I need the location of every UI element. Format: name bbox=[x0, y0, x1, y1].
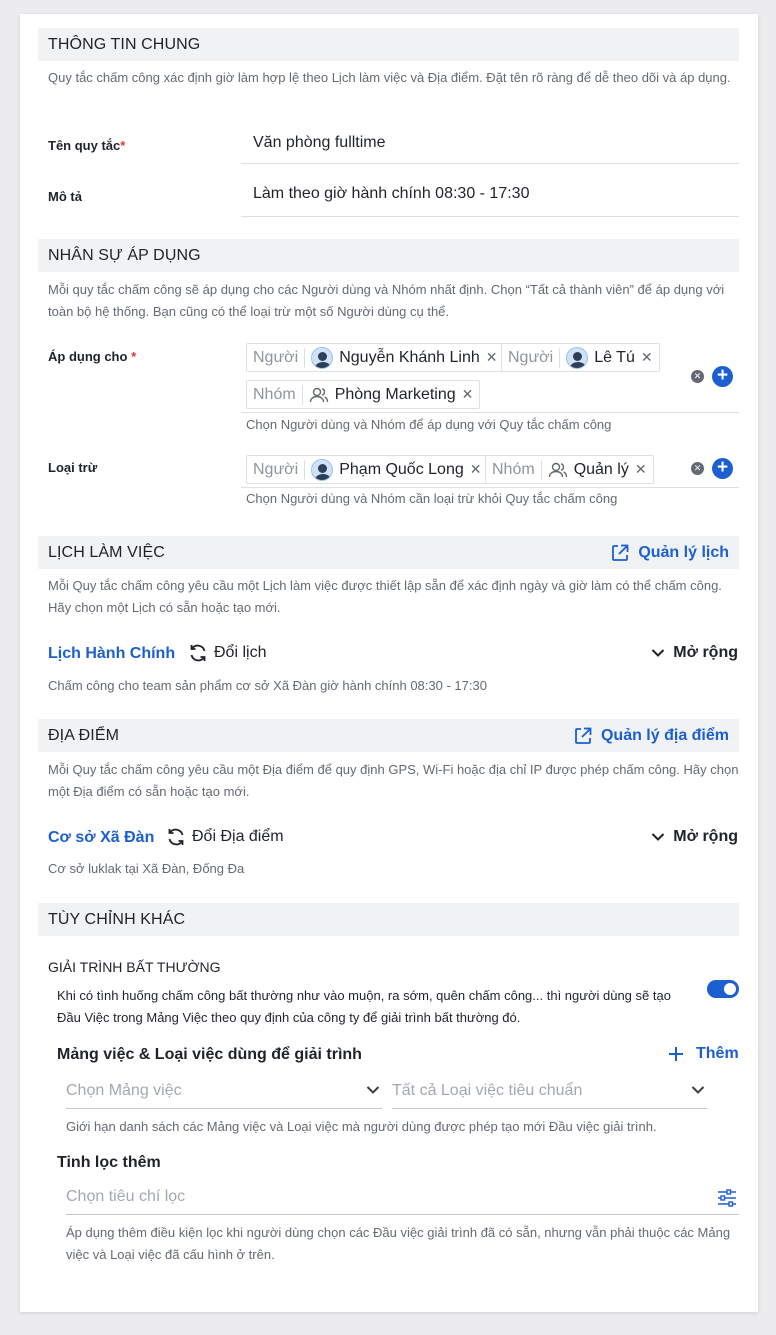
manage-schedule-link[interactable]: Quản lý lịch bbox=[610, 542, 729, 564]
schedule-note: Chấm công cho team sản phẩm cơ sở Xã Đàn… bbox=[48, 678, 487, 693]
rule-name-label: Tên quy tắc* bbox=[48, 138, 126, 153]
work-type-select[interactable]: Tất cả Loại việc tiêu chuẩn bbox=[392, 1075, 707, 1109]
manage-location-label: Quản lý địa điểm bbox=[600, 727, 729, 744]
avatar bbox=[311, 346, 334, 369]
section-title-staff: NHÂN SỰ ÁP DỤNG bbox=[48, 247, 201, 264]
apply-chip: Người Nguyễn Khánh Linh ✕ bbox=[246, 343, 505, 372]
rule-name-field[interactable]: Văn phòng fulltime bbox=[241, 124, 739, 164]
exclude-chip: Nhóm Quản lý ✕ bbox=[485, 455, 654, 484]
selected-schedule-link[interactable]: Lịch Hành Chính bbox=[48, 645, 175, 663]
section-header-schedule: LỊCH LÀM VIỆC Quản lý lịch bbox=[38, 536, 739, 569]
remove-chip-icon[interactable]: ✕ bbox=[462, 386, 474, 403]
section-title-general: THÔNG TIN CHUNG bbox=[48, 36, 201, 53]
remove-chip-icon[interactable]: ✕ bbox=[486, 349, 498, 366]
chip-kind: Nhóm bbox=[253, 385, 296, 403]
change-schedule-button[interactable]: Đổi lịch bbox=[188, 643, 266, 663]
anomaly-title: GIẢI TRÌNH BẤT THƯỜNG bbox=[48, 959, 221, 975]
work-area-select[interactable]: Chọn Mảng việc bbox=[66, 1075, 382, 1109]
staff-description: Mỗi quy tắc chấm công sẽ áp dụng cho các… bbox=[48, 282, 725, 319]
chip-kind: Người bbox=[253, 460, 299, 478]
expand-label: Mở rộng bbox=[673, 644, 738, 661]
chip-kind: Người bbox=[508, 348, 554, 366]
external-link-icon bbox=[612, 544, 629, 561]
clear-all-icon[interactable]: ✕ bbox=[691, 462, 704, 475]
chip-name: Nguyễn Khánh Linh bbox=[339, 348, 480, 366]
clear-all-icon[interactable]: ✕ bbox=[691, 370, 704, 383]
location-note: Cơ sở luklak tại Xã Đàn, Đống Đa bbox=[48, 861, 245, 876]
chip-divider bbox=[304, 459, 306, 480]
exclude-hint: Chọn Người dùng và Nhóm cần loại trừ khỏ… bbox=[246, 491, 618, 506]
remove-chip-icon[interactable]: ✕ bbox=[641, 349, 653, 366]
change-schedule-label: Đổi lịch bbox=[214, 644, 267, 661]
section-header-staff: NHÂN SỰ ÁP DỤNG bbox=[38, 239, 739, 272]
selected-location-link[interactable]: Cơ sở Xã Đàn bbox=[48, 829, 154, 847]
work-area-title: Mảng việc & Loại việc dùng để giải trình bbox=[57, 1046, 362, 1063]
change-location-button[interactable]: Đổi Địa điểm bbox=[166, 827, 284, 847]
add-exclude-button[interactable]: + bbox=[712, 458, 733, 479]
avatar bbox=[311, 458, 334, 481]
section-title-location: ĐỊA ĐIỂM bbox=[48, 727, 120, 744]
change-location-label: Đổi Địa điểm bbox=[192, 828, 284, 845]
manage-schedule-label: Quản lý lịch bbox=[638, 544, 729, 561]
filter-description: Áp dụng thêm điều kiện lọc khi người dùn… bbox=[66, 1225, 731, 1262]
work-area-hint: Giới hạn danh sách các Mảng việc và Loại… bbox=[66, 1119, 657, 1134]
work-type-placeholder: Tất cả Loại việc tiêu chuẩn bbox=[392, 1082, 583, 1099]
group-icon bbox=[548, 462, 567, 477]
apply-to-label: Áp dụng cho * bbox=[48, 349, 137, 364]
schedule-description: Mỗi Quy tắc chấm công yêu cầu một Lịch l… bbox=[48, 578, 722, 615]
chip-divider bbox=[559, 347, 561, 368]
work-area-placeholder: Chọn Mảng việc bbox=[66, 1082, 182, 1099]
rule-form-card: THÔNG TIN CHUNG Quy tắc chấm công xác đị… bbox=[20, 14, 758, 1312]
refresh-icon bbox=[190, 644, 206, 662]
external-link-icon bbox=[575, 727, 592, 744]
refresh-icon bbox=[168, 828, 184, 846]
exclude-chip: Người Phạm Quốc Long ✕ bbox=[246, 455, 489, 484]
chip-name: Phạm Quốc Long bbox=[339, 460, 464, 478]
chip-kind: Nhóm bbox=[492, 460, 535, 478]
chevron-down-icon bbox=[652, 649, 665, 657]
filter-settings-icon[interactable] bbox=[717, 1189, 737, 1207]
expand-location-button[interactable]: Mở rộng bbox=[651, 828, 738, 846]
apply-hint: Chọn Người dùng và Nhóm để áp dụng với Q… bbox=[246, 417, 612, 432]
rule-desc-field[interactable]: Làm theo giờ hành chính 08:30 - 17:30 bbox=[241, 175, 739, 217]
apply-chip: Người Lê Tú ✕ bbox=[501, 343, 660, 372]
expand-schedule-button[interactable]: Mở rộng bbox=[651, 644, 738, 662]
apply-chip: Nhóm Phòng Marketing ✕ bbox=[246, 380, 481, 409]
filter-title: Tinh lọc thêm bbox=[57, 1154, 161, 1171]
avatar bbox=[566, 346, 589, 369]
chip-divider bbox=[301, 384, 303, 405]
expand-label: Mở rộng bbox=[673, 828, 738, 845]
chip-name: Phòng Marketing bbox=[334, 385, 456, 403]
plus-icon bbox=[669, 1047, 683, 1061]
chevron-down-icon bbox=[652, 833, 665, 841]
chip-name: Quản lý bbox=[573, 460, 629, 478]
manage-location-link[interactable]: Quản lý địa điểm bbox=[573, 725, 729, 747]
exclude-label: Loại trừ bbox=[48, 460, 98, 475]
anomaly-description: Khi có tình huống chấm công bất thường n… bbox=[57, 988, 671, 1025]
add-label: Thêm bbox=[696, 1045, 739, 1062]
filter-criteria-input[interactable]: Chọn tiêu chí lọc bbox=[66, 1181, 739, 1215]
group-icon bbox=[309, 387, 328, 402]
filter-placeholder: Chọn tiêu chí lọc bbox=[66, 1188, 186, 1205]
remove-chip-icon[interactable]: ✕ bbox=[470, 461, 482, 478]
remove-chip-icon[interactable]: ✕ bbox=[635, 461, 647, 478]
rule-desc-label: Mô tả bbox=[48, 189, 82, 204]
section-header-general: THÔNG TIN CHUNG bbox=[38, 28, 739, 61]
add-apply-button[interactable]: + bbox=[712, 366, 733, 387]
section-header-location: ĐỊA ĐIỂM Quản lý địa điểm bbox=[38, 719, 739, 752]
add-work-area-button[interactable]: Thêm bbox=[668, 1045, 739, 1063]
chip-divider bbox=[304, 347, 306, 368]
chip-divider bbox=[540, 459, 542, 480]
location-description: Mỗi Quy tắc chấm công yêu cầu một Địa đi… bbox=[48, 762, 739, 799]
chevron-down-icon bbox=[366, 1086, 380, 1094]
section-title-custom: TÙY CHỈNH KHÁC bbox=[48, 911, 186, 928]
chip-kind: Người bbox=[253, 348, 299, 366]
section-title-schedule: LỊCH LÀM VIỆC bbox=[48, 544, 165, 561]
anomaly-toggle[interactable] bbox=[707, 980, 739, 998]
chevron-down-icon bbox=[691, 1086, 705, 1094]
section-header-custom: TÙY CHỈNH KHÁC bbox=[38, 903, 739, 936]
general-description: Quy tắc chấm công xác định giờ làm hợp l… bbox=[48, 70, 731, 85]
chip-name: Lê Tú bbox=[594, 348, 635, 366]
